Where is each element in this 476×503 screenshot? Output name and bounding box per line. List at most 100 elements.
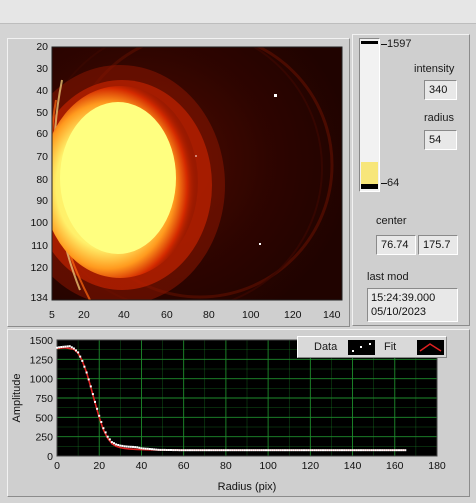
data-point (199, 449, 202, 452)
data-point (214, 449, 217, 452)
data-point (163, 448, 166, 451)
chart-legend[interactable]: Data Fit (297, 336, 447, 358)
data-point (153, 448, 156, 451)
legend-fit-label: Fit (384, 341, 397, 353)
data-point (256, 449, 259, 452)
data-point (144, 447, 147, 450)
data-point (222, 449, 225, 452)
data-point (258, 449, 261, 452)
data-point (311, 449, 314, 452)
data-point (349, 449, 352, 452)
data-point (58, 346, 61, 349)
data-point (174, 449, 177, 452)
data-point (248, 449, 251, 452)
data-point (341, 449, 343, 452)
data-point (138, 446, 141, 449)
data-point (233, 449, 236, 452)
data-point (246, 449, 248, 452)
data-point (229, 449, 232, 452)
data-point (115, 443, 118, 446)
data-point (292, 449, 295, 452)
data-point (366, 449, 369, 452)
data-point (210, 449, 213, 452)
data-point (243, 449, 246, 452)
data-point (75, 349, 77, 352)
data-point (170, 449, 172, 451)
data-point (220, 449, 223, 452)
data-point (72, 347, 75, 350)
data-point (360, 449, 362, 452)
data-point (389, 449, 392, 452)
data-point (89, 385, 92, 388)
data-point (155, 448, 158, 451)
data-point (100, 421, 103, 423)
data-point (83, 365, 86, 368)
data-point (343, 449, 346, 452)
data-point (281, 449, 284, 452)
data-point (326, 449, 329, 452)
data-point (94, 400, 96, 403)
data-point (313, 449, 316, 452)
data-point (227, 449, 229, 452)
data-point (157, 448, 160, 451)
data-point (347, 449, 350, 452)
data-point (305, 449, 308, 452)
data-point (252, 449, 255, 452)
data-point (260, 449, 263, 452)
data-point (381, 449, 384, 452)
data-point (119, 444, 122, 447)
data-point (351, 449, 354, 452)
data-point (142, 447, 145, 450)
data-point (376, 449, 379, 452)
data-point (332, 449, 335, 452)
data-point (298, 449, 301, 452)
data-point (81, 359, 84, 362)
data-point (404, 449, 407, 452)
data-point (165, 449, 168, 451)
data-point (189, 449, 191, 452)
data-point (374, 449, 377, 452)
y-axis-label: Amplitude (11, 374, 23, 423)
data-point (345, 449, 348, 452)
y-tick-label: 1250 (30, 354, 54, 366)
data-point (125, 445, 128, 448)
data-point (77, 351, 80, 354)
x-tick-label: 100 (259, 460, 277, 472)
x-tick-label: 40 (136, 460, 148, 472)
data-point (338, 449, 341, 452)
data-point (117, 444, 120, 446)
data-point (364, 449, 367, 452)
data-point (108, 438, 111, 441)
data-point (182, 449, 185, 452)
data-point (324, 449, 327, 452)
x-tick-label: 0 (54, 460, 60, 472)
data-point (355, 449, 358, 452)
x-tick-label: 180 (428, 460, 446, 472)
data-point (391, 449, 394, 452)
data-point (402, 449, 405, 452)
data-point (121, 444, 124, 447)
data-point (296, 449, 299, 452)
data-point (334, 449, 337, 452)
data-point (123, 445, 126, 448)
data-point (235, 449, 238, 452)
data-point (151, 448, 153, 451)
data-point (370, 449, 373, 452)
data-point (398, 449, 400, 452)
data-point (134, 446, 137, 449)
data-point (319, 449, 322, 452)
data-point (66, 345, 69, 348)
legend-fit-swatch (417, 340, 444, 355)
profile-chart: 0 20 40 60 80 100 120 140 160 180 0 250 500 750 1000 12… (11, 335, 446, 493)
data-point (395, 449, 398, 452)
data-point (178, 449, 181, 452)
data-point (330, 449, 333, 452)
data-point (393, 449, 396, 452)
data-point (180, 449, 183, 452)
data-point (277, 449, 280, 452)
data-point (387, 449, 390, 452)
data-point (269, 449, 272, 452)
data-point (254, 449, 257, 452)
data-point (205, 449, 208, 452)
data-point (106, 435, 109, 438)
